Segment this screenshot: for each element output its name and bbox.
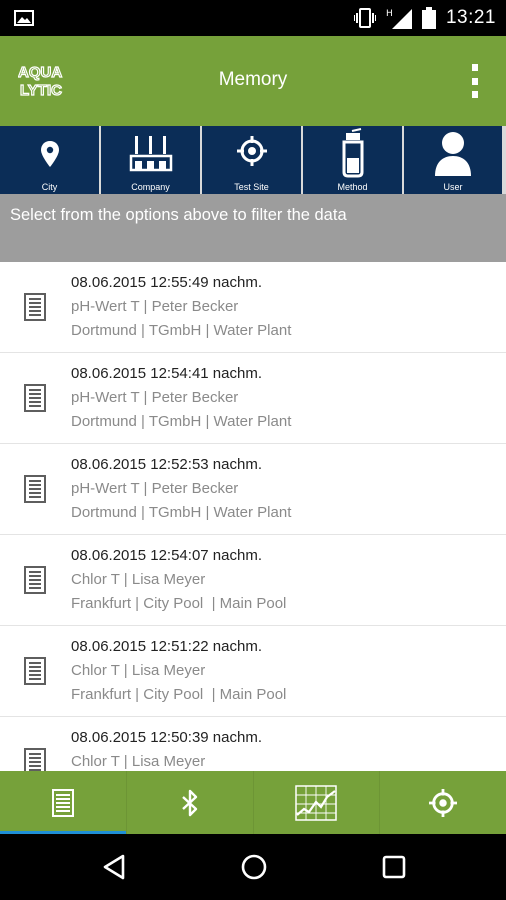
nav-memory[interactable] bbox=[0, 771, 127, 834]
list-item[interactable]: 08.06.2015 12:54:41 nachm. pH-Wert T | P… bbox=[0, 353, 506, 444]
document-icon bbox=[24, 566, 46, 594]
vibrate-icon bbox=[353, 8, 376, 28]
list-item[interactable]: 08.06.2015 12:52:53 nachm. pH-Wert T | P… bbox=[0, 444, 506, 535]
record-datetime: 08.06.2015 12:54:41 nachm. bbox=[71, 365, 262, 382]
record-method-user: pH-Wert T | Peter Becker bbox=[71, 389, 239, 406]
filter-label: Test Site bbox=[234, 182, 269, 192]
record-location: Dortmund | TGmbH | Water Plant bbox=[71, 322, 292, 339]
document-icon bbox=[24, 748, 46, 771]
filter-bar: City Company Test Site Method User bbox=[0, 126, 506, 194]
record-location: Dortmund | TGmbH | Water Plant bbox=[71, 413, 292, 430]
svg-text:H: H bbox=[386, 9, 393, 19]
record-method-user: pH-Wert T | Peter Becker bbox=[71, 480, 239, 497]
record-method-user: pH-Wert T | Peter Becker bbox=[71, 298, 239, 315]
list-item[interactable]: 08.06.2015 12:51:22 nachm. Chlor T | Lis… bbox=[0, 626, 506, 717]
filter-label: User bbox=[443, 182, 463, 192]
status-bar: H 13:21 bbox=[0, 0, 506, 36]
record-method-user: Chlor T | Lisa Meyer bbox=[71, 571, 206, 588]
user-icon bbox=[435, 132, 471, 176]
record-method-user: Chlor T | Lisa Meyer bbox=[71, 662, 206, 679]
record-datetime: 08.06.2015 12:52:53 nachm. bbox=[71, 456, 262, 473]
page-title: Memory bbox=[218, 69, 288, 90]
memory-list-icon bbox=[51, 788, 74, 817]
crosshair-icon bbox=[236, 136, 267, 166]
record-datetime: 08.06.2015 12:51:22 nachm. bbox=[71, 638, 262, 655]
bottle-icon bbox=[342, 128, 363, 178]
app-bar: AQUA LYTIC Memory bbox=[0, 36, 506, 126]
recents-icon[interactable] bbox=[381, 853, 407, 881]
list-item[interactable]: 08.06.2015 12:55:49 nachm. pH-Wert T | P… bbox=[0, 262, 506, 353]
record-location: Frankfurt | City Pool | Main Pool bbox=[71, 595, 287, 612]
filter-test-site[interactable]: Test Site bbox=[202, 126, 301, 194]
record-datetime: 08.06.2015 12:50:39 nachm. bbox=[71, 729, 262, 746]
filter-city[interactable]: City bbox=[0, 126, 99, 194]
filter-label: Company bbox=[131, 182, 170, 192]
records-list[interactable]: 08.06.2015 12:55:49 nachm. pH-Wert T | P… bbox=[0, 262, 506, 771]
record-location: Frankfurt | City Pool | Main Pool bbox=[71, 686, 287, 703]
clock: 13:21 bbox=[445, 7, 496, 28]
filter-user[interactable]: User bbox=[404, 126, 502, 194]
document-icon bbox=[24, 475, 46, 503]
document-icon bbox=[24, 293, 46, 321]
back-icon[interactable] bbox=[100, 853, 128, 881]
more-vert-icon[interactable] bbox=[470, 64, 480, 98]
filter-label: City bbox=[41, 182, 58, 192]
bottom-nav bbox=[0, 771, 506, 834]
list-item[interactable]: 08.06.2015 12:50:39 nachm. Chlor T | Lis… bbox=[0, 717, 506, 771]
signal-icon: H bbox=[386, 9, 412, 29]
document-icon bbox=[24, 657, 46, 685]
bluetooth-icon bbox=[181, 789, 197, 816]
record-method-user: Chlor T | Lisa Meyer bbox=[71, 753, 206, 770]
filter-hint-text: Select from the options above to filter … bbox=[10, 206, 347, 224]
record-location: Dortmund | TGmbH | Water Plant bbox=[71, 504, 292, 521]
crosshair-icon bbox=[429, 788, 458, 817]
battery-icon bbox=[421, 7, 436, 29]
chart-icon bbox=[295, 784, 338, 821]
nav-bluetooth[interactable] bbox=[127, 771, 254, 834]
filter-label: Method bbox=[337, 182, 368, 192]
nav-chart[interactable] bbox=[254, 771, 381, 834]
location-pin-icon bbox=[40, 141, 59, 167]
filter-hint: Select from the options above to filter … bbox=[0, 194, 506, 262]
filter-method[interactable]: Method bbox=[303, 126, 402, 194]
factory-icon bbox=[129, 136, 172, 172]
home-icon[interactable] bbox=[240, 853, 268, 881]
system-nav-bar bbox=[0, 834, 506, 900]
record-datetime: 08.06.2015 12:54:07 nachm. bbox=[71, 547, 262, 564]
image-icon bbox=[14, 10, 34, 26]
document-icon bbox=[24, 384, 46, 412]
filter-company[interactable]: Company bbox=[101, 126, 200, 194]
record-datetime: 08.06.2015 12:55:49 nachm. bbox=[71, 274, 262, 291]
list-item[interactable]: 08.06.2015 12:54:07 nachm. Chlor T | Lis… bbox=[0, 535, 506, 626]
nav-target[interactable] bbox=[380, 771, 506, 834]
